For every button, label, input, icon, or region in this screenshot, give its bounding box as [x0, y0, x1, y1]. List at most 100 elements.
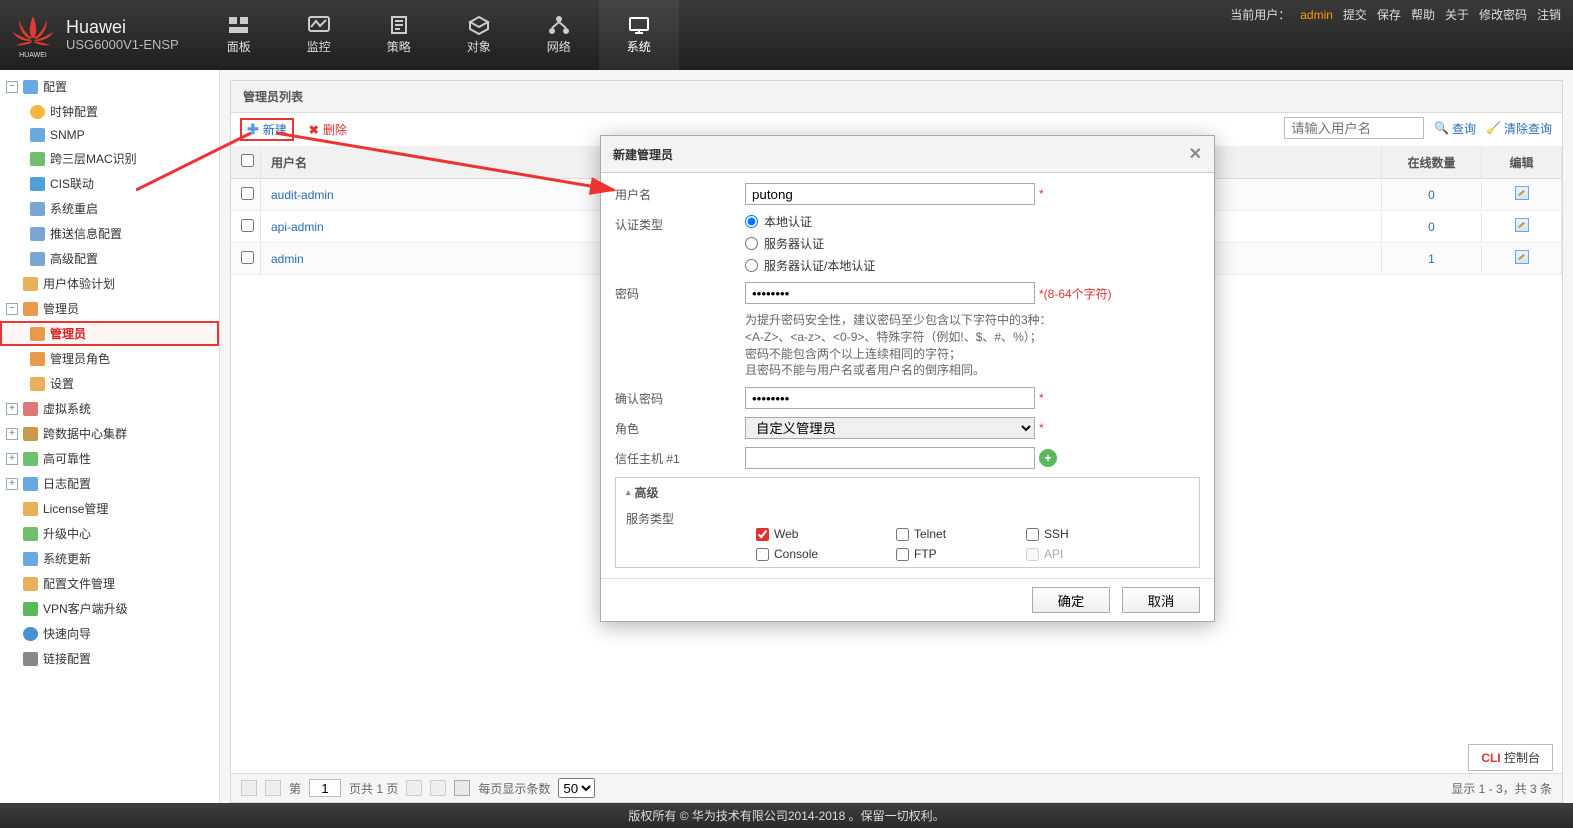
cancel-button[interactable]: 取消: [1122, 587, 1200, 613]
new-button[interactable]: ✚ 新建: [241, 119, 293, 140]
tree-upgrade-center[interactable]: 升级中心: [0, 521, 219, 546]
row-online[interactable]: 0: [1382, 181, 1482, 209]
collapse-icon[interactable]: ▴: [626, 487, 631, 498]
config-icon: [23, 80, 38, 94]
username-input[interactable]: [745, 183, 1035, 205]
tree-admin-role[interactable]: 管理员角色: [0, 346, 219, 371]
tree-pushcfg[interactable]: 推送信息配置: [0, 221, 219, 246]
network-icon: [548, 15, 570, 35]
tree-config[interactable]: −配置: [0, 74, 219, 99]
link-submit[interactable]: 提交: [1343, 6, 1367, 23]
nav-network[interactable]: 网络: [519, 0, 599, 70]
sidebar: −配置 时钟配置 SNMP 跨三层MAC识别 CIS联动 系统重启 推送信息配置…: [0, 70, 220, 803]
trusthost-input[interactable]: [745, 447, 1035, 469]
tree-snmp[interactable]: SNMP: [0, 124, 219, 146]
confirm-password-input[interactable]: [745, 387, 1035, 409]
edit-icon[interactable]: [1515, 250, 1529, 264]
row-checkbox[interactable]: [241, 187, 254, 200]
link-logout[interactable]: 注销: [1537, 6, 1561, 23]
auth-local-radio[interactable]: 本地认证: [745, 213, 875, 230]
tree-log[interactable]: +日志配置: [0, 471, 219, 496]
tree-clock[interactable]: 时钟配置: [0, 99, 219, 124]
row-online[interactable]: 0: [1382, 213, 1482, 241]
link-changepwd[interactable]: 修改密码: [1479, 6, 1527, 23]
page-size-select[interactable]: 50: [558, 778, 595, 798]
sysupdate-icon: [23, 552, 38, 566]
dialog-title: 新建管理员: [613, 146, 673, 163]
tree-l3mac[interactable]: 跨三层MAC识别: [0, 146, 219, 171]
new-admin-dialog: 新建管理员 ✕ 用户名 * 认证类型 本地认证 服务器认证 服务器认证/本地认证…: [600, 135, 1215, 622]
cli-console-button[interactable]: CLI 控制台: [1468, 744, 1553, 771]
tree-admin-group[interactable]: −管理员: [0, 296, 219, 321]
svc-ssh-checkbox[interactable]: SSH: [1026, 527, 1126, 541]
tree-quickguide[interactable]: 快速向导: [0, 621, 219, 646]
plus-icon: ✚: [247, 121, 259, 138]
next-page-button[interactable]: [406, 780, 422, 796]
link-help[interactable]: 帮助: [1411, 6, 1435, 23]
tree-restart[interactable]: 系统重启: [0, 196, 219, 221]
nav-monitor[interactable]: 监控: [279, 0, 359, 70]
tree-sysupdate[interactable]: 系统更新: [0, 546, 219, 571]
tree-settings[interactable]: 设置: [0, 371, 219, 396]
search-input[interactable]: [1284, 117, 1424, 139]
link-save[interactable]: 保存: [1377, 6, 1401, 23]
svc-console-checkbox[interactable]: Console: [756, 547, 866, 561]
tree-admin-node[interactable]: 管理员: [0, 321, 219, 346]
tree-vpnclient[interactable]: VPN客户端升级: [0, 596, 219, 621]
role-label: 角色: [615, 417, 735, 437]
password-input[interactable]: [745, 282, 1035, 304]
nav-policy[interactable]: 策略: [359, 0, 439, 70]
tree-ha[interactable]: +高可靠性: [0, 446, 219, 471]
clear-query-button[interactable]: 🧹清除查询: [1486, 120, 1552, 137]
row-online[interactable]: 1: [1382, 245, 1482, 273]
tree-license[interactable]: License管理: [0, 496, 219, 521]
row-checkbox[interactable]: [241, 251, 254, 264]
auth-server-radio[interactable]: 服务器认证: [745, 235, 875, 252]
tree-vsys[interactable]: +虚拟系统: [0, 396, 219, 421]
role-icon: [30, 352, 45, 366]
prev-page-button[interactable]: [265, 780, 281, 796]
delete-button[interactable]: ✖ 删除: [309, 121, 347, 138]
brand-text: Huawei: [66, 18, 179, 38]
tree-cis[interactable]: CIS联动: [0, 171, 219, 196]
nav-object[interactable]: 对象: [439, 0, 519, 70]
edit-icon[interactable]: [1515, 186, 1529, 200]
ok-button[interactable]: 确定: [1032, 587, 1110, 613]
tree-linkcfg[interactable]: 链接配置: [0, 646, 219, 671]
top-links: 当前用户： admin 提交 保存 帮助 关于 修改密码 注销: [1230, 6, 1561, 23]
tree-cluster[interactable]: +跨数据中心集群: [0, 421, 219, 446]
select-all-checkbox[interactable]: [241, 154, 254, 167]
add-trusthost-button[interactable]: +: [1039, 449, 1057, 467]
last-page-button[interactable]: [430, 780, 446, 796]
upgrade-icon: [23, 527, 38, 541]
first-page-button[interactable]: [241, 780, 257, 796]
tree-advcfg[interactable]: 高级配置: [0, 246, 219, 271]
nav-system[interactable]: 系统: [599, 0, 679, 70]
query-button[interactable]: 🔍查询: [1434, 120, 1476, 137]
refresh-button[interactable]: [454, 780, 470, 796]
pager: 第 页共 1 页 每页显示条数 50 显示 1 - 3，共 3 条: [231, 773, 1562, 802]
dialog-close-button[interactable]: ✕: [1189, 144, 1202, 164]
auth-both-radio[interactable]: 服务器认证/本地认证: [745, 257, 875, 274]
model-text: USG6000V1-ENSP: [66, 38, 179, 52]
object-icon: [468, 15, 490, 35]
edit-icon[interactable]: [1515, 218, 1529, 232]
col-online: 在线数量: [1382, 147, 1482, 178]
current-user-label: 当前用户：: [1230, 6, 1290, 23]
link-about[interactable]: 关于: [1445, 6, 1469, 23]
svc-ftp-checkbox[interactable]: FTP: [896, 547, 996, 561]
huawei-logo-icon: HUAWEI: [10, 12, 56, 58]
svc-web-checkbox[interactable]: Web: [756, 527, 866, 541]
svc-telnet-checkbox[interactable]: Telnet: [896, 527, 996, 541]
role-select[interactable]: 自定义管理员: [745, 417, 1035, 439]
row-checkbox[interactable]: [241, 219, 254, 232]
link-icon: [23, 652, 38, 666]
tree-cfgfile[interactable]: 配置文件管理: [0, 571, 219, 596]
nav-dashboard[interactable]: 面板: [199, 0, 279, 70]
password-hint: 为提升密码安全性，建议密码至少包含以下字符中的3种： <A-Z>、<a-z>、<…: [745, 312, 1052, 379]
page-input[interactable]: [309, 779, 341, 797]
uexp-icon: [23, 277, 38, 291]
tree-uexp[interactable]: 用户体验计划: [0, 271, 219, 296]
globe-icon: [23, 627, 38, 641]
copyright-text: 版权所有 © 华为技术有限公司2014-2018 。保留一切权利。: [628, 807, 944, 824]
